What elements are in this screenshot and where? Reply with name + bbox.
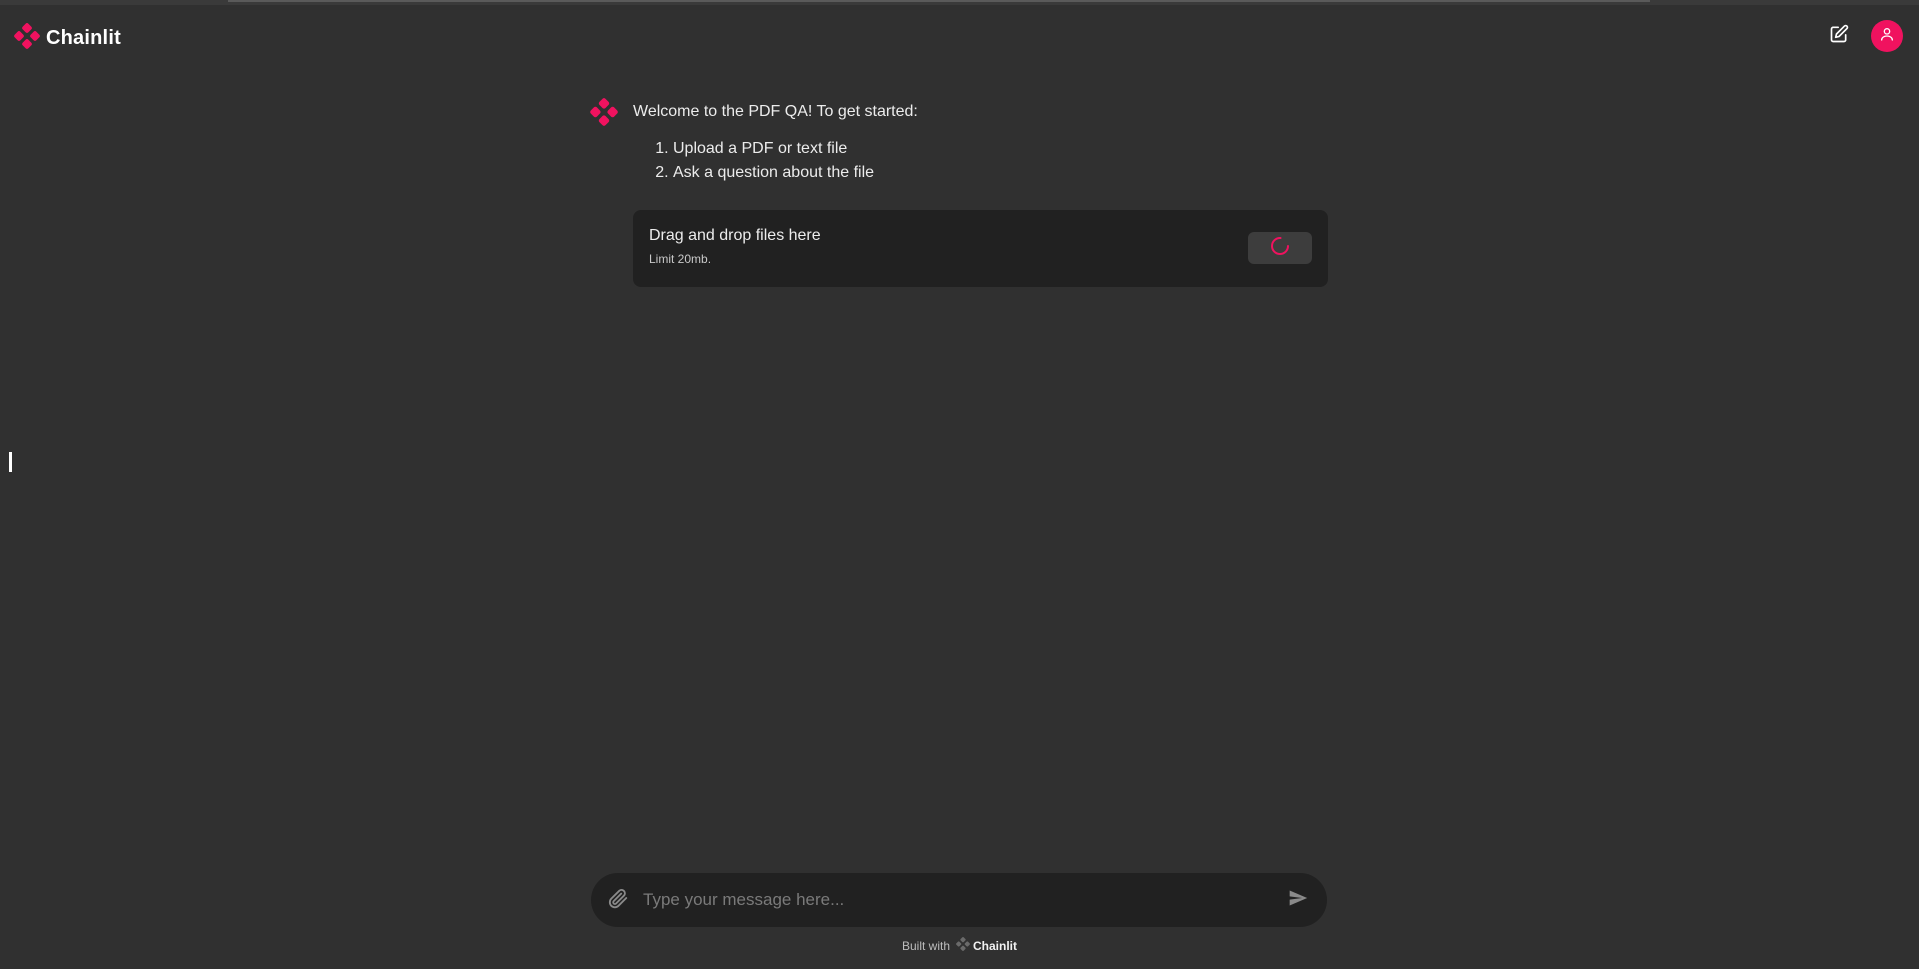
footer-brand-name: Chainlit (973, 938, 1018, 953)
browser-top-strip (0, 0, 1919, 5)
message-body: Welcome to the PDF QA! To get started: U… (633, 98, 1328, 287)
steps-list: Upload a PDF or text file Ask a question… (633, 137, 1328, 185)
file-dropzone[interactable]: Drag and drop files here Limit 20mb. (633, 210, 1328, 287)
user-avatar-button[interactable] (1871, 20, 1903, 52)
loading-spinner-icon (1270, 236, 1290, 261)
chainlit-logo-icon (956, 937, 970, 954)
app-name: Chainlit (46, 27, 121, 49)
assistant-avatar (590, 98, 618, 131)
send-button[interactable] (1285, 887, 1311, 913)
text-cursor (9, 452, 12, 472)
chainlit-logo-icon (14, 23, 40, 54)
footer-brand-link[interactable]: Chainlit (956, 937, 1017, 954)
dropzone-limit: Limit 20mb. (649, 252, 712, 266)
chainlit-logo-icon (590, 98, 618, 130)
browse-files-button[interactable] (1248, 232, 1312, 264)
footer: Built with Chainlit (0, 937, 1919, 954)
header-actions (1823, 20, 1903, 52)
send-icon (1288, 888, 1308, 913)
top-progress-line (228, 0, 1650, 2)
paperclip-icon (607, 887, 629, 914)
built-with-text: Built with (901, 938, 951, 953)
new-chat-button[interactable] (1823, 20, 1855, 52)
app-logo[interactable]: Chainlit (14, 23, 121, 54)
pencil-square-icon (1829, 24, 1849, 49)
message-intro: Welcome to the PDF QA! To get started: (633, 103, 918, 120)
message-composer (591, 873, 1327, 927)
step-item: Ask a question about the file (673, 161, 1328, 185)
chainlit-app: Chainlit Welcome to the PDF QA! To get s… (0, 0, 1919, 969)
message-input[interactable] (641, 889, 1285, 911)
attach-file-button[interactable] (605, 887, 631, 913)
user-icon (1879, 26, 1895, 47)
dropzone-title: Drag and drop files here (649, 227, 821, 244)
step-item: Upload a PDF or text file (673, 137, 1328, 161)
